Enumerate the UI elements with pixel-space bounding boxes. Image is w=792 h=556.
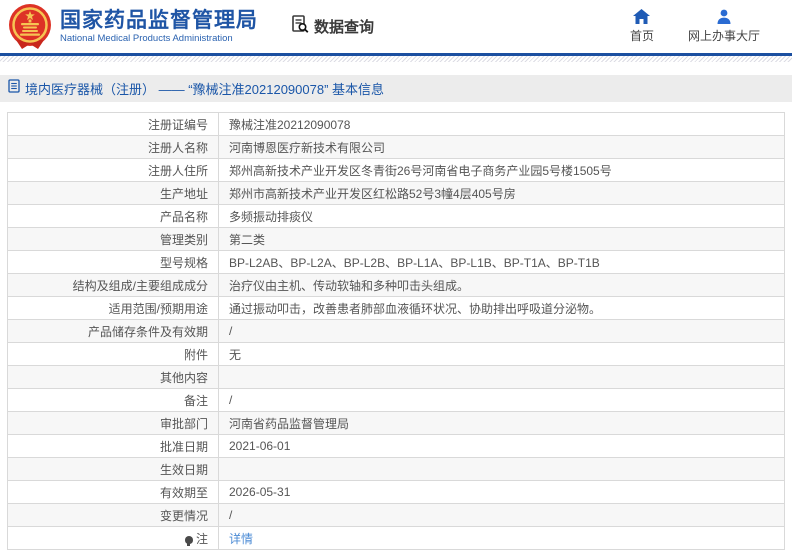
row-value: 无	[219, 343, 785, 366]
table-row: 审批部门河南省药品监督管理局	[8, 412, 785, 435]
table-row: 变更情况/	[8, 504, 785, 527]
table-row: 有效期至2026-05-31	[8, 481, 785, 504]
table-row: 管理类别第二类	[8, 228, 785, 251]
hatch-strip	[0, 56, 792, 62]
row-label: 注册证编号	[8, 113, 219, 136]
table-row: 生产地址郑州市高新技术产业开发区红松路52号3幢4层405号房	[8, 182, 785, 205]
person-icon	[716, 9, 732, 24]
row-label: 生产地址	[8, 182, 219, 205]
table-row: 型号规格BP-L2AB、BP-L2A、BP-L2B、BP-L1A、BP-L1B、…	[8, 251, 785, 274]
registration-info-table: 注册证编号豫械注准20212090078注册人名称河南博恩医疗新技术有限公司注册…	[7, 112, 785, 550]
row-label: 变更情况	[8, 504, 219, 527]
site-title: 国家药品监督管理局	[60, 9, 258, 33]
row-value: 第二类	[219, 228, 785, 251]
row-value: 多频振动排痰仪	[219, 205, 785, 228]
row-label: 产品储存条件及有效期	[8, 320, 219, 343]
nav-home-label: 首页	[630, 27, 654, 44]
bulb-icon	[185, 536, 193, 544]
row-value: 详情	[219, 527, 785, 550]
row-label: 型号规格	[8, 251, 219, 274]
row-value: /	[219, 504, 785, 527]
row-label: 注	[8, 527, 219, 550]
table-row: 注册人住所郑州高新技术产业开发区冬青街26号河南省电子商务产业园5号楼1505号	[8, 159, 785, 182]
row-label: 备注	[8, 389, 219, 412]
row-value: 2021-06-01	[219, 435, 785, 458]
row-value: 郑州高新技术产业开发区冬青街26号河南省电子商务产业园5号楼1505号	[219, 159, 785, 182]
row-label: 注册人名称	[8, 136, 219, 159]
table-row: 适用范围/预期用途通过振动叩击，改善患者肺部血液循环状况、协助排出呼吸道分泌物。	[8, 297, 785, 320]
breadcrumb: 境内医疗器械（注册） —— “豫械注准20212090078” 基本信息	[0, 75, 792, 102]
row-label: 适用范围/预期用途	[8, 297, 219, 320]
page-header: 国家药品监督管理局 National Medical Products Admi…	[0, 0, 792, 53]
row-value: 2026-05-31	[219, 481, 785, 504]
table-row: 生效日期	[8, 458, 785, 481]
row-label: 审批部门	[8, 412, 219, 435]
data-query-label: 数据查询	[314, 16, 374, 37]
document-search-icon	[290, 14, 310, 39]
table-row: 其他内容	[8, 366, 785, 389]
row-value: 郑州市高新技术产业开发区红松路52号3幢4层405号房	[219, 182, 785, 205]
site-subtitle: National Medical Products Administration	[60, 33, 258, 45]
table-row: 产品名称多频振动排痰仪	[8, 205, 785, 228]
row-label: 有效期至	[8, 481, 219, 504]
registration-table-body: 注册证编号豫械注准20212090078注册人名称河南博恩医疗新技术有限公司注册…	[8, 113, 785, 550]
row-value: BP-L2AB、BP-L2A、BP-L2B、BP-L1A、BP-L1B、BP-T…	[219, 251, 785, 274]
table-row: 备注/	[8, 389, 785, 412]
table-row: 产品储存条件及有效期/	[8, 320, 785, 343]
table-row: 结构及组成/主要组成成分治疗仪由主机、传动软轴和多种叩击头组成。	[8, 274, 785, 297]
table-row: 附件无	[8, 343, 785, 366]
detail-link[interactable]: 详情	[229, 532, 253, 546]
row-value: 河南博恩医疗新技术有限公司	[219, 136, 785, 159]
row-value	[219, 458, 785, 481]
row-value: /	[219, 320, 785, 343]
page-title: 境内医疗器械（注册） —— “豫械注准20212090078” 基本信息	[25, 79, 384, 98]
nav-item-service-hall[interactable]: 网上办事大厅	[688, 9, 760, 44]
row-value: /	[219, 389, 785, 412]
table-row: 注详情	[8, 527, 785, 550]
row-value: 通过振动叩击，改善患者肺部血液循环状况、协助排出呼吸道分泌物。	[219, 297, 785, 320]
table-row: 注册证编号豫械注准20212090078	[8, 113, 785, 136]
header-nav: 首页 网上办事大厅	[630, 9, 760, 44]
row-value: 河南省药品监督管理局	[219, 412, 785, 435]
brand-block: 国家药品监督管理局 National Medical Products Admi…	[60, 9, 258, 45]
nav-item-home[interactable]: 首页	[630, 9, 654, 44]
row-label: 附件	[8, 343, 219, 366]
row-label: 产品名称	[8, 205, 219, 228]
national-emblem-logo	[8, 4, 52, 50]
data-query-entry[interactable]: 数据查询	[290, 14, 374, 39]
row-value	[219, 366, 785, 389]
row-label: 生效日期	[8, 458, 219, 481]
row-label: 批准日期	[8, 435, 219, 458]
table-row: 批准日期2021-06-01	[8, 435, 785, 458]
row-label: 注册人住所	[8, 159, 219, 182]
row-label: 结构及组成/主要组成成分	[8, 274, 219, 297]
row-label: 其他内容	[8, 366, 219, 389]
table-row: 注册人名称河南博恩医疗新技术有限公司	[8, 136, 785, 159]
row-label: 管理类别	[8, 228, 219, 251]
home-icon	[633, 9, 650, 24]
nav-service-hall-label: 网上办事大厅	[688, 27, 760, 44]
row-value: 豫械注准20212090078	[219, 113, 785, 136]
document-icon	[8, 79, 20, 98]
row-value: 治疗仪由主机、传动软轴和多种叩击头组成。	[219, 274, 785, 297]
